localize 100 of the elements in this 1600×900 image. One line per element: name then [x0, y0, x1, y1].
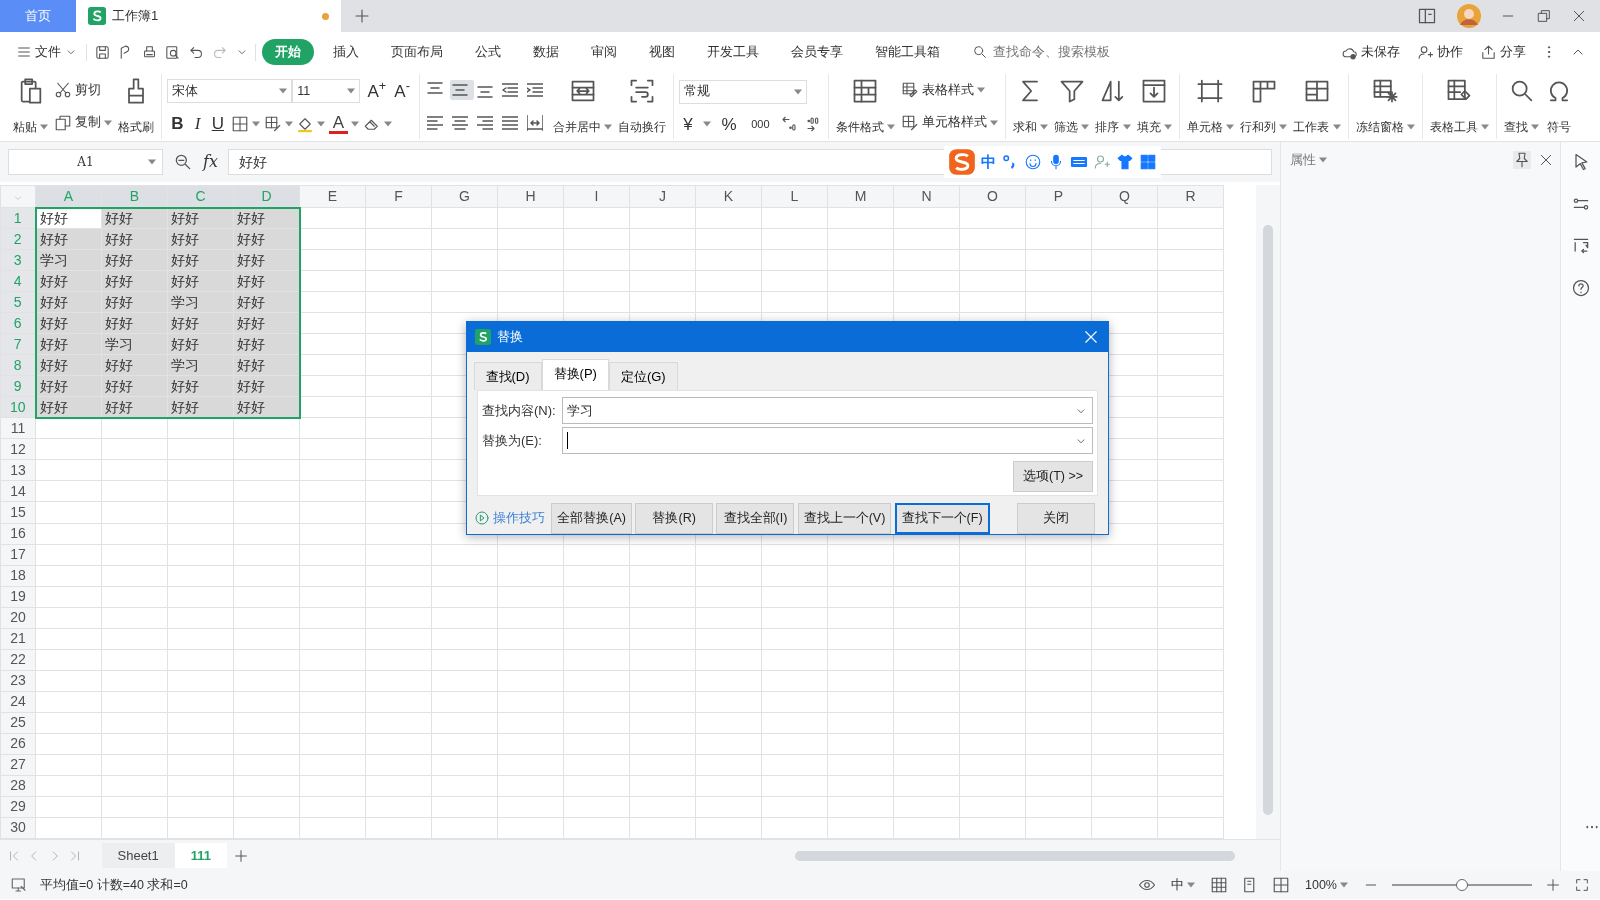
ribbon-button[interactable]: 自动换行: [616, 74, 669, 139]
input-mode-toggle[interactable]: 中: [980, 150, 996, 174]
toolbar-action[interactable]: 未保存: [1339, 40, 1402, 64]
properties-dropdown[interactable]: 属性: [1287, 148, 1329, 172]
dialog-button[interactable]: 关闭: [1017, 502, 1095, 534]
ribbon-button[interactable]: 单元格: [1184, 74, 1237, 139]
dialog-tab[interactable]: 定位(G): [608, 361, 678, 390]
ribbon-tab[interactable]: 公式: [462, 39, 514, 65]
dialog-button[interactable]: 替换(R): [635, 502, 714, 534]
toolbar-action[interactable]: 协作: [1415, 40, 1465, 64]
find-field[interactable]: 学习: [562, 397, 1093, 424]
column-header[interactable]: J: [629, 185, 696, 208]
column-header[interactable]: O: [959, 185, 1026, 208]
spreadsheet-cell[interactable]: 好好: [35, 396, 102, 418]
dialog-button[interactable]: 查找上一个(V): [797, 502, 892, 534]
ribbon-button[interactable]: 填充: [1134, 74, 1174, 139]
column-header[interactable]: Q: [1091, 185, 1158, 208]
borders-icon[interactable]: [231, 114, 250, 133]
row-header[interactable]: 24: [0, 691, 36, 713]
replace-field[interactable]: [562, 427, 1093, 455]
ribbon-button[interactable]: 表格样式: [898, 78, 1000, 102]
ribbon-button[interactable]: 工作表: [1291, 74, 1343, 139]
ribbon-tab[interactable]: 审阅: [578, 39, 630, 65]
row-header[interactable]: 20: [0, 607, 36, 629]
ribbon-tab[interactable]: 会员专享: [778, 39, 856, 65]
dialog-tab[interactable]: 替换(P): [541, 358, 609, 390]
cell-mode-icon[interactable]: [10, 876, 28, 894]
ribbon-button[interactable]: 冻结窗格: [1353, 74, 1417, 139]
column-header[interactable]: E: [299, 185, 366, 208]
row-header[interactable]: 30: [0, 817, 36, 839]
formula-field[interactable]: 好好 中: [227, 149, 1272, 175]
print-preview-icon[interactable]: [164, 43, 181, 61]
apps-icon[interactable]: [1138, 153, 1157, 171]
close-icon[interactable]: [1082, 328, 1100, 346]
font-color-button[interactable]: A: [328, 113, 349, 134]
spreadsheet-cell[interactable]: 好好: [233, 207, 300, 229]
ribbon-tab[interactable]: 插入: [320, 39, 372, 65]
increase-font-button[interactable]: A$^{+}$: [363, 82, 391, 100]
help-icon[interactable]: [1570, 278, 1591, 298]
font-name-dropdown[interactable]: 宋体: [167, 79, 293, 104]
alignment-button[interactable]: [449, 80, 474, 101]
row-header[interactable]: 14: [0, 480, 36, 502]
cell-style-icon[interactable]: [263, 114, 282, 133]
zoom-dropdown[interactable]: 100%: [1303, 873, 1350, 897]
emoji-icon[interactable]: [1023, 153, 1042, 171]
row-header[interactable]: 25: [0, 712, 36, 734]
ribbon-tab[interactable]: 数据: [520, 39, 572, 65]
spreadsheet-cell[interactable]: 好好: [101, 207, 168, 229]
spreadsheet-cell[interactable]: 学习: [35, 249, 102, 271]
column-header[interactable]: G: [431, 185, 498, 208]
row-header[interactable]: 19: [0, 586, 36, 608]
document-tab[interactable]: 工作簿1: [76, 0, 341, 32]
toolbar-action[interactable]: 分享: [1478, 40, 1528, 64]
horizontal-scrollbar[interactable]: [794, 850, 1235, 861]
row-header[interactable]: 11: [0, 417, 36, 439]
full-screen-icon[interactable]: [1574, 877, 1590, 893]
row-header[interactable]: 15: [0, 502, 36, 523]
spreadsheet-cell[interactable]: 好好: [35, 270, 102, 292]
ribbon-button[interactable]: 合并居中: [550, 74, 615, 139]
dialog-tab[interactable]: 查找(D): [473, 361, 542, 390]
row-header[interactable]: 26: [0, 733, 36, 755]
input-mode-button[interactable]: 中: [1169, 873, 1197, 897]
ribbon-button[interactable]: 格式刷: [116, 74, 157, 139]
ribbon-tab[interactable]: 开发工具: [694, 39, 772, 65]
spreadsheet-cell[interactable]: 好好: [35, 354, 102, 376]
row-header[interactable]: 21: [0, 628, 36, 650]
row-header[interactable]: 13: [0, 459, 36, 481]
normal-view-icon[interactable]: [1210, 876, 1228, 894]
dialog-button[interactable]: 查找下一个(F): [894, 502, 990, 534]
row-header[interactable]: 18: [0, 565, 36, 587]
column-header[interactable]: K: [695, 185, 762, 208]
file-menu[interactable]: 文件: [14, 40, 80, 64]
sheet-tab[interactable]: Sheet1: [101, 842, 175, 869]
font-size-dropdown[interactable]: 11: [292, 79, 361, 104]
row-header[interactable]: 12: [0, 438, 36, 460]
italic-button[interactable]: I: [190, 115, 205, 133]
ribbon-tab[interactable]: 页面布局: [378, 39, 456, 65]
spreadsheet-cell[interactable]: 好好: [35, 333, 102, 355]
increase-decimal-icon[interactable]: [780, 115, 799, 134]
underline-button[interactable]: U: [207, 115, 228, 133]
save-icon[interactable]: [93, 43, 111, 61]
page-break-view-icon[interactable]: [1272, 876, 1290, 894]
skin-icon[interactable]: [1115, 153, 1134, 171]
vertical-scrollbar[interactable]: [1263, 225, 1273, 816]
ribbon-button[interactable]: 单元格样式: [898, 111, 1000, 135]
search-icon[interactable]: [972, 44, 988, 60]
column-header[interactable]: M: [827, 185, 894, 208]
percent-button[interactable]: %: [717, 115, 741, 133]
new-tab-icon[interactable]: [353, 7, 371, 25]
dialog-button[interactable]: 查找全部(I): [716, 502, 795, 534]
thousands-button[interactable]: 000: [747, 118, 774, 130]
zoom-icon[interactable]: [173, 152, 193, 172]
spreadsheet-cell[interactable]: 好好: [35, 312, 102, 334]
ribbon-button[interactable]: 排序: [1093, 74, 1133, 139]
menu-icon[interactable]: [16, 44, 32, 60]
row-header[interactable]: 22: [0, 649, 36, 671]
decrease-font-button[interactable]: A$^{-}$: [390, 82, 414, 100]
number-format-dropdown[interactable]: 常规: [679, 79, 808, 104]
ribbon-button[interactable]: 行和列: [1238, 74, 1290, 139]
close-icon[interactable]: [1571, 8, 1587, 24]
